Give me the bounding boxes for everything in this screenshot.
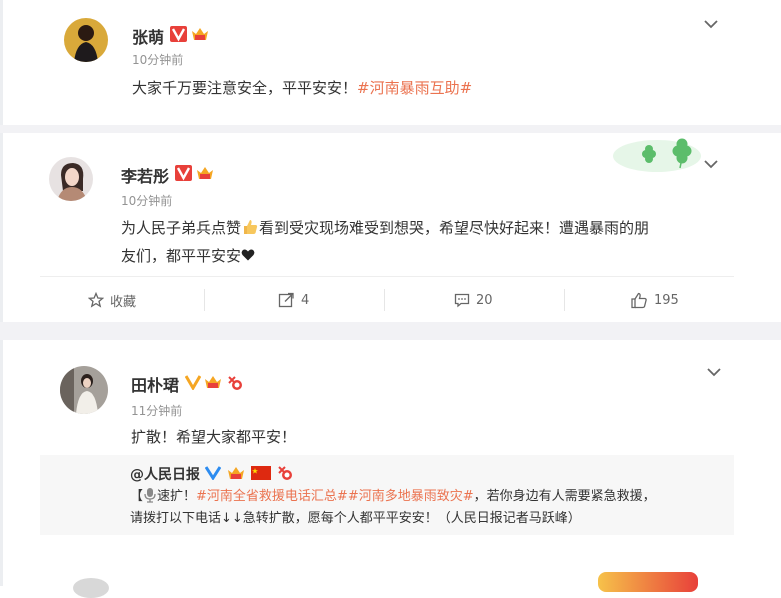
like-icon <box>631 292 647 308</box>
black-heart-emoji-icon <box>241 243 255 261</box>
post-time[interactable]: 10分钟前 <box>132 51 183 68</box>
action-separator <box>204 289 205 311</box>
like-button[interactable]: 195 <box>630 277 679 323</box>
user-name[interactable]: 李若彤 <box>121 163 169 187</box>
comment-count: 20 <box>476 292 493 308</box>
text-part: ，若你身边有人需要紧急救援， <box>473 489 656 504</box>
post-text: 为人民子弟兵点赞 看到受灾现场难受到想哭，希望尽快好起来！遭遇暴雨的朋 友们，都平… <box>121 214 721 270</box>
label: 速扩！ <box>157 489 197 504</box>
chevron-down-icon[interactable] <box>703 156 719 172</box>
like-count: 195 <box>654 292 679 308</box>
action-separator <box>564 289 565 311</box>
feed-divider <box>0 125 781 133</box>
repost-button[interactable]: 4 <box>278 277 309 323</box>
verified-v-icon <box>175 165 193 185</box>
feed-left-edge <box>0 0 3 586</box>
vip-crown-icon <box>190 25 210 47</box>
thumbs-up-emoji-icon <box>241 217 259 235</box>
avatar[interactable] <box>64 18 108 62</box>
share-icon <box>278 292 294 308</box>
topic-tag[interactable]: #河南全省救援电话汇总# <box>196 489 348 504</box>
post-actions-bar: 收藏 4 20 195 <box>40 276 734 323</box>
post-text: 大家千万要注意安全，平平安安！#河南暴雨互助# <box>132 74 472 102</box>
text-part: 请拨打以下电话↓↓急转扩散，愿每个人都平平安安！（人民日报记者马跃峰） <box>130 511 581 526</box>
post-text-plain: 大家千万要注意安全，平平安安！ <box>132 79 358 97</box>
chevron-down-icon[interactable] <box>703 16 719 32</box>
post-text-part: 友们，都平平安安 <box>121 247 242 265</box>
action-separator <box>384 289 385 311</box>
user-name[interactable]: 田朴珺 <box>131 372 179 396</box>
post-time[interactable]: 11分钟前 <box>131 402 182 419</box>
avatar[interactable] <box>49 157 93 201</box>
avatar[interactable] <box>73 578 109 598</box>
comment-button[interactable]: 20 <box>454 277 493 323</box>
reposted-content[interactable]: @人民日报 【速扩！#河南全省救援电话汇总##河南多地暴雨致灾#，若你身边有人需… <box>40 455 734 535</box>
original-text: 【速扩！#河南全省救援电话汇总##河南多地暴雨致灾#，若你身边有人需要紧急救援，… <box>130 486 730 530</box>
post-text-part: 为人民子弟兵点赞 <box>121 219 242 237</box>
chevron-down-icon[interactable] <box>706 364 722 380</box>
verified-v-icon <box>184 374 202 394</box>
original-author[interactable]: @人民日报 <box>130 464 294 484</box>
post-time[interactable]: 10分钟前 <box>121 192 172 209</box>
clover-decoration <box>613 138 701 172</box>
star-icon <box>88 292 104 308</box>
post-text-part: 看到受灾现场难受到想哭，希望尽快好起来！遭遇暴雨的朋 <box>259 219 650 237</box>
vip-crown-icon <box>227 467 244 479</box>
feed-divider <box>0 322 781 340</box>
vip-crown-icon <box>203 373 223 395</box>
user-name[interactable]: 张萌 <box>132 24 164 48</box>
promo-banner[interactable] <box>598 572 698 592</box>
post-text: 扩散！希望大家都平安！ <box>131 428 297 446</box>
medal-icon <box>226 374 244 396</box>
repost-count: 4 <box>301 292 310 308</box>
collect-button[interactable]: 收藏 <box>88 277 136 323</box>
vip-crown-icon <box>195 164 215 186</box>
comment-icon <box>454 293 470 308</box>
collect-label: 收藏 <box>110 294 137 310</box>
bracket: 【 <box>130 489 144 504</box>
medal-icon <box>277 466 292 480</box>
avatar[interactable] <box>60 366 108 414</box>
microphone-icon <box>143 487 157 503</box>
verified-v-icon <box>204 466 222 481</box>
topic-tag[interactable]: #河南多地暴雨致灾# <box>348 489 474 504</box>
verified-v-icon <box>170 26 188 46</box>
china-flag-icon <box>250 466 271 480</box>
topic-tag[interactable]: #河南暴雨互助# <box>357 79 472 97</box>
original-author-name[interactable]: @人民日报 <box>130 467 200 483</box>
